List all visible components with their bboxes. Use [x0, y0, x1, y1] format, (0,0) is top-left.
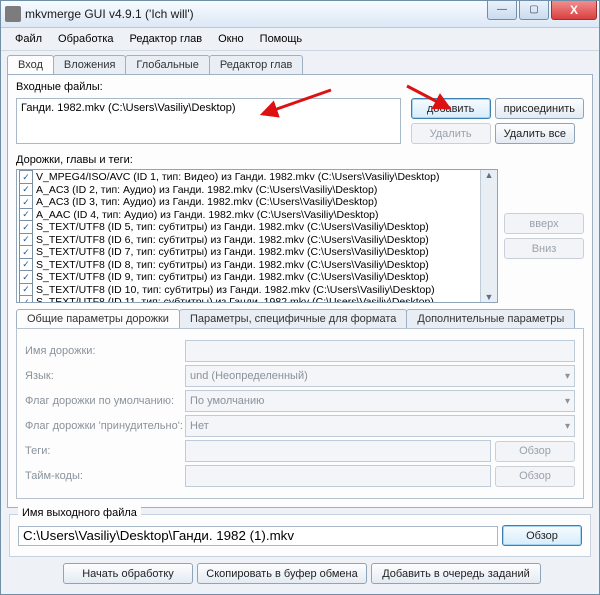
input-files-list[interactable]: Ганди. 1982.mkv (C:\Users\Vasiliy\Deskto…: [16, 98, 401, 144]
menu-help[interactable]: Помощь: [252, 30, 311, 48]
delete-all-button[interactable]: Удалить все: [495, 123, 575, 144]
default-flag-select[interactable]: По умолчанию: [185, 390, 575, 412]
tags-input[interactable]: [185, 440, 491, 462]
app-window: mkvmerge GUI v4.9.1 ('Ich will') — ▢ X Ф…: [0, 0, 600, 595]
track-label: S_TEXT/UTF8 (ID 7, тип: субтитры) из Ган…: [36, 246, 429, 258]
track-label: S_TEXT/UTF8 (ID 10, тип: субтитры) из Га…: [36, 284, 435, 296]
track-row[interactable]: ✓S_TEXT/UTF8 (ID 7, тип: субтитры) из Га…: [18, 246, 496, 259]
app-icon: [5, 6, 21, 22]
tab-global[interactable]: Глобальные: [125, 55, 209, 74]
timecodes-label: Тайм-коды:: [25, 470, 185, 482]
track-label: S_TEXT/UTF8 (ID 5, тип: субтитры) из Ган…: [36, 221, 429, 233]
track-param-pane: Имя дорожки: Язык: und (Неопределенный) …: [16, 328, 584, 499]
tracks-list[interactable]: ✓ V_MPEG4/ISO/AVC (ID 1, тип: Видео) из Г…: [16, 169, 498, 303]
menu-processing[interactable]: Обработка: [50, 30, 121, 48]
track-row[interactable]: ✓S_TEXT/UTF8 (ID 6, тип: субтитры) из Га…: [18, 234, 496, 247]
maximize-button[interactable]: ▢: [519, 1, 549, 20]
copy-clipboard-button[interactable]: Скопировать в буфер обмена: [197, 563, 367, 584]
scroll-up-icon[interactable]: ▲: [485, 170, 494, 180]
menu-chapter-editor[interactable]: Редактор глав: [122, 30, 211, 48]
track-row[interactable]: ✓A_AC3 (ID 2, тип: Аудио) из Ганди. 1982…: [18, 184, 496, 197]
maximize-icon: ▢: [529, 5, 538, 15]
track-row[interactable]: ✓S_TEXT/UTF8 (ID 10, тип: субтитры) из Г…: [18, 284, 496, 297]
menubar: Файл Обработка Редактор глав Окно Помощь: [1, 28, 599, 51]
track-label: A_AC3 (ID 2, тип: Аудио) из Ганди. 1982.…: [36, 184, 377, 196]
bottom-actions: Начать обработку Скопировать в буфер обм…: [1, 557, 599, 594]
timecodes-input[interactable]: [185, 465, 491, 487]
timecodes-browse-button[interactable]: Обзор: [495, 466, 575, 487]
track-row[interactable]: ✓S_TEXT/UTF8 (ID 11, тип: субтитры) из Г…: [18, 296, 496, 303]
window-title: mkvmerge GUI v4.9.1 ('Ich will'): [25, 7, 194, 21]
up-button[interactable]: вверх: [504, 213, 584, 234]
append-button[interactable]: присоединить: [495, 98, 584, 119]
track-row[interactable]: ✓V_MPEG4/ISO/AVC (ID 1, тип: Видео) из Г…: [18, 171, 496, 184]
add-queue-button[interactable]: Добавить в очередь заданий: [371, 563, 541, 584]
track-label: A_AC3 (ID 3, тип: Аудио) из Ганди. 1982.…: [36, 196, 377, 208]
subtab-general[interactable]: Общие параметры дорожки: [16, 309, 180, 328]
track-row[interactable]: ✓S_TEXT/UTF8 (ID 5, тип: субтитры) из Га…: [18, 221, 496, 234]
track-label: A_AAC (ID 4, тип: Аудио) из Ганди. 1982.…: [36, 209, 379, 221]
track-label: S_TEXT/UTF8 (ID 11, тип: субтитры) из Га…: [36, 296, 434, 303]
tab-pane-input: Входные файлы: Ганди. 1982.mkv (C:\Users…: [7, 74, 593, 508]
start-button[interactable]: Начать обработку: [63, 563, 193, 584]
minimize-button[interactable]: —: [487, 1, 517, 20]
track-row[interactable]: ✓S_TEXT/UTF8 (ID 8, тип: субтитры) из Га…: [18, 259, 496, 272]
delete-button[interactable]: Удалить: [411, 123, 491, 144]
tags-label: Теги:: [25, 445, 185, 457]
menu-window[interactable]: Окно: [210, 30, 252, 48]
output-browse-button[interactable]: Обзор: [502, 525, 582, 546]
output-file-input[interactable]: [18, 526, 498, 546]
minimize-icon: —: [497, 5, 507, 15]
main-tabs: Вход Вложения Глобальные Редактор глав: [7, 55, 593, 74]
subtab-extra[interactable]: Дополнительные параметры: [406, 309, 575, 328]
tracks-label: Дорожки, главы и теги:: [16, 154, 584, 166]
track-row[interactable]: ✓S_TEXT/UTF8 (ID 9, тип: субтитры) из Га…: [18, 271, 496, 284]
track-name-input[interactable]: [185, 340, 575, 362]
track-name-label: Имя дорожки:: [25, 345, 185, 357]
down-button[interactable]: Вниз: [504, 238, 584, 259]
tags-browse-button[interactable]: Обзор: [495, 441, 575, 462]
close-button[interactable]: X: [551, 1, 597, 20]
close-icon: X: [570, 4, 578, 16]
output-file-label: Имя выходного файла: [18, 507, 141, 519]
output-file-group: Имя выходного файла Обзор: [9, 514, 591, 557]
track-label: V_MPEG4/ISO/AVC (ID 1, тип: Видео) из Га…: [36, 171, 439, 183]
input-files-label: Входные файлы:: [16, 81, 584, 93]
titlebar: mkvmerge GUI v4.9.1 ('Ich will') — ▢ X: [1, 1, 599, 28]
input-file-entry[interactable]: Ганди. 1982.mkv (C:\Users\Vasiliy\Deskto…: [19, 101, 398, 115]
add-button[interactable]: добавить: [411, 98, 491, 119]
track-row[interactable]: ✓A_AAC (ID 4, тип: Аудио) из Ганди. 1982…: [18, 209, 496, 222]
scroll-down-icon[interactable]: ▼: [485, 292, 494, 302]
track-label: S_TEXT/UTF8 (ID 6, тип: субтитры) из Ган…: [36, 234, 429, 246]
track-label: S_TEXT/UTF8 (ID 8, тип: субтитры) из Ган…: [36, 259, 429, 271]
track-label: S_TEXT/UTF8 (ID 9, тип: субтитры) из Ган…: [36, 271, 429, 283]
track-checkbox[interactable]: ✓: [19, 295, 33, 303]
forced-flag-select[interactable]: Нет: [185, 415, 575, 437]
forced-flag-label: Флаг дорожки 'принудительно':: [25, 420, 185, 432]
track-row[interactable]: ✓A_AC3 (ID 3, тип: Аудио) из Ганди. 1982…: [18, 196, 496, 209]
tab-input[interactable]: Вход: [7, 55, 54, 74]
scrollbar[interactable]: ▲ ▼: [480, 170, 497, 302]
language-label: Язык:: [25, 370, 185, 382]
subtab-format[interactable]: Параметры, специфичные для формата: [179, 309, 407, 328]
tab-chapter-editor[interactable]: Редактор глав: [209, 55, 304, 74]
track-param-tabs: Общие параметры дорожки Параметры, специ…: [16, 309, 584, 328]
default-flag-label: Флаг дорожки по умолчанию:: [25, 395, 185, 407]
language-select[interactable]: und (Неопределенный): [185, 365, 575, 387]
tab-attachments[interactable]: Вложения: [53, 55, 127, 74]
menu-file[interactable]: Файл: [7, 30, 50, 48]
